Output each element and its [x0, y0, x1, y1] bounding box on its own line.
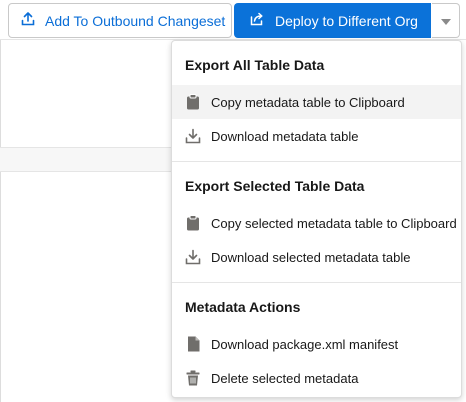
add-to-outbound-changeset-button[interactable]: Add To Outbound Changeset [8, 3, 232, 38]
menu-item-label: Download selected metadata table [211, 249, 411, 265]
page-left-border [0, 0, 1, 402]
menu-item-label: Download package.xml manifest [211, 336, 399, 352]
menu-item-delete-selected-metadata[interactable]: Delete selected metadata [172, 361, 461, 395]
section-header-metadata-actions: Metadata Actions [185, 299, 301, 315]
chevron-down-icon [440, 12, 451, 30]
upload-icon [21, 12, 45, 29]
menu-item-label: Download metadata table [211, 128, 359, 144]
clipboard-icon [185, 94, 201, 110]
deploy-to-different-org-button[interactable]: Deploy to Different Org [234, 3, 431, 38]
menu-item-copy-selected-metadata-table[interactable]: Copy selected metadata table to Clipboar… [172, 206, 461, 240]
menu-item-label: Copy metadata table to Clipboard [211, 94, 405, 110]
trash-icon [185, 370, 201, 386]
section-export-all: Export All Table Data Copy metadata tabl… [172, 41, 461, 161]
more-actions-dropdown-button[interactable] [432, 3, 460, 38]
section-export-selected: Export Selected Table Data Copy selected… [172, 162, 461, 282]
menu-item-label: Delete selected metadata [211, 370, 359, 386]
more-actions-menu: Export All Table Data Copy metadata tabl… [171, 40, 462, 398]
file-icon [185, 336, 201, 352]
section-header-export-selected: Export Selected Table Data [185, 178, 365, 194]
menu-item-download-selected-metadata-table[interactable]: Download selected metadata table [172, 240, 461, 274]
clipboard-icon [185, 215, 201, 231]
section-metadata-actions: Metadata Actions Download package.xml ma… [172, 283, 461, 395]
download-icon [185, 128, 201, 144]
toolbar: Add To Outbound Changeset Deploy to Diff… [0, 0, 466, 40]
share-icon [250, 12, 275, 29]
section-header-export-all: Export All Table Data [185, 57, 325, 73]
menu-item-download-package-xml[interactable]: Download package.xml manifest [172, 327, 461, 361]
deploy-to-different-org-label: Deploy to Different Org [275, 12, 418, 29]
download-icon [185, 249, 201, 265]
menu-item-copy-metadata-table[interactable]: Copy metadata table to Clipboard [172, 85, 461, 119]
add-to-outbound-changeset-label: Add To Outbound Changeset [45, 12, 226, 29]
menu-item-download-metadata-table[interactable]: Download metadata table [172, 119, 461, 153]
menu-item-label: Copy selected metadata table to Clipboar… [211, 215, 457, 231]
table-header-band [0, 147, 180, 172]
